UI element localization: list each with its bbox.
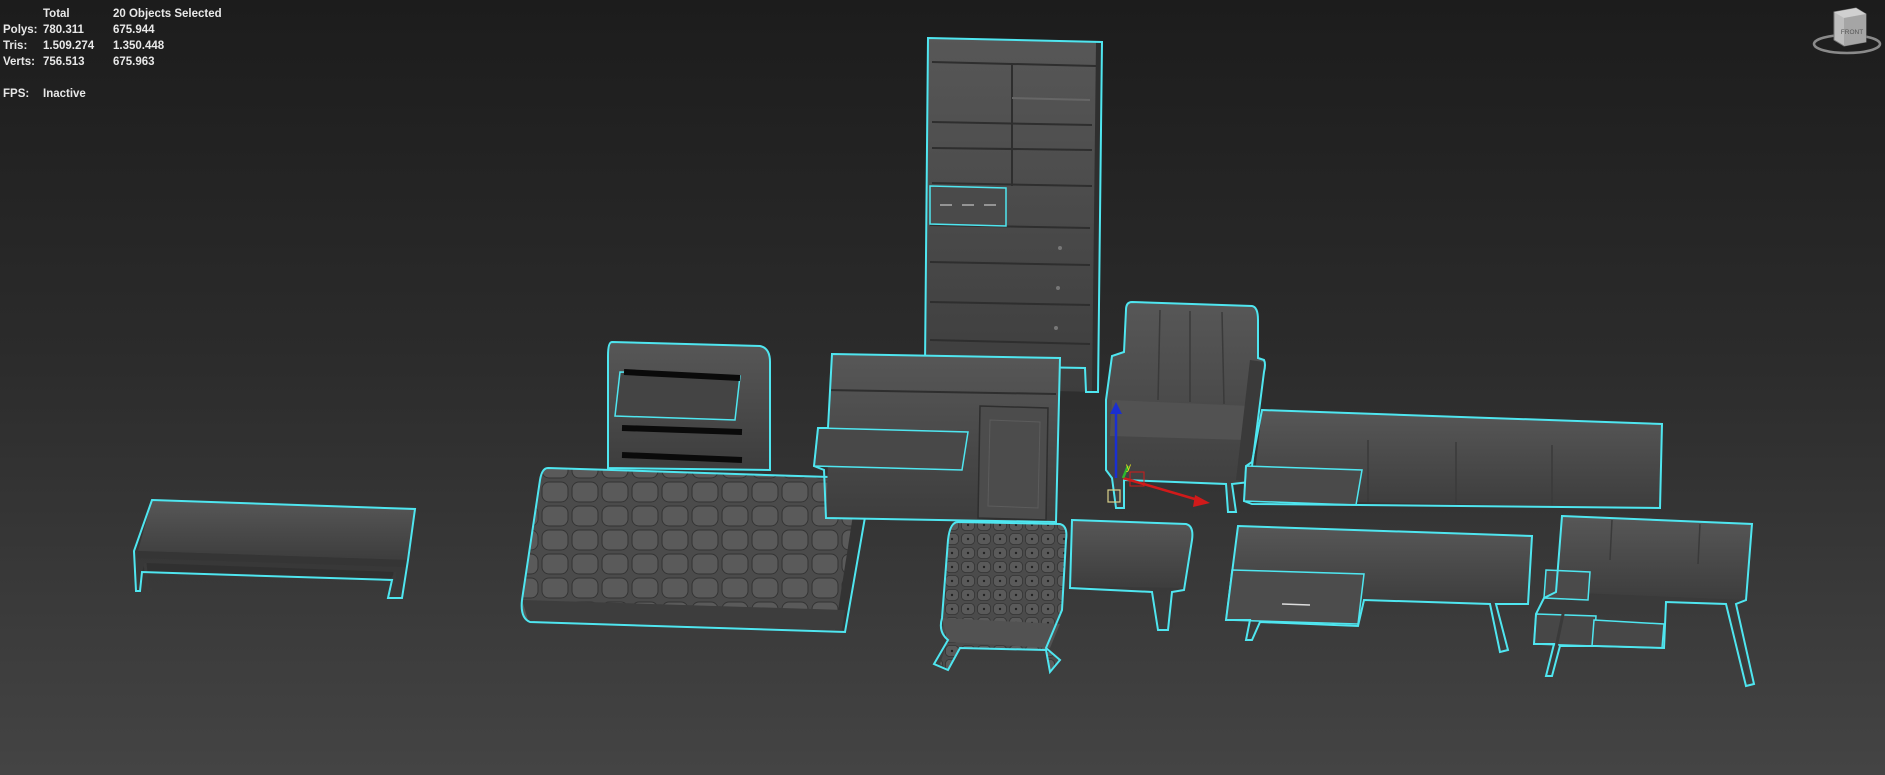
stats-selected-header: 20 Objects Selected	[113, 8, 222, 20]
stats-fps-row: FPS: Inactive	[3, 86, 253, 102]
low-cabinet-object[interactable]	[1224, 524, 1534, 654]
fps-value: Inactive	[43, 88, 86, 100]
stats-row-total: 756.513	[43, 56, 85, 68]
stats-row-selected: 675.944	[113, 24, 155, 36]
stats-row-selected: 1.350.448	[113, 40, 165, 52]
stats-total-header: Total	[43, 8, 70, 20]
stats-row-total: 780.311	[43, 24, 84, 36]
stats-polys-row: Polys: 780.311 675.944	[3, 22, 253, 38]
stats-row-label: Polys:	[3, 24, 38, 36]
stats-verts-row: Verts: 756.513 675.963	[3, 54, 253, 70]
stats-header-row: Total 20 Objects Selected	[3, 6, 253, 22]
3d-viewport[interactable]: Total 20 Objects Selected Polys: 780.311…	[0, 0, 1885, 775]
viewcube-navigator[interactable]: FRONT	[1812, 4, 1882, 58]
ottoman-object[interactable]	[1068, 518, 1194, 632]
viewport-statistics: Total 20 Objects Selected Polys: 780.311…	[3, 6, 253, 102]
stats-row-total: 1.509.274	[43, 40, 95, 52]
fps-label: FPS:	[3, 88, 30, 100]
coffee-table-object[interactable]	[132, 498, 417, 601]
stats-row-label: Verts:	[3, 56, 35, 68]
tall-bookshelf-object[interactable]	[923, 36, 1104, 393]
stats-tris-row: Tris: 1.509.274 1.350.448	[3, 38, 253, 54]
stats-row-selected: 675.963	[113, 56, 155, 68]
side-desk-object[interactable]	[1532, 514, 1756, 688]
lounge-chair-object[interactable]	[932, 520, 1068, 675]
stats-row-label: Tris:	[3, 40, 28, 52]
tv-console-object[interactable]	[1242, 408, 1664, 510]
svg-text:y: y	[1126, 462, 1131, 473]
sideboard-object[interactable]	[812, 352, 1062, 524]
scene-objects[interactable]: y	[0, 0, 1885, 775]
nightstand-object[interactable]	[607, 340, 771, 472]
sofa-object[interactable]	[520, 466, 871, 634]
viewcube-face-label: FRONT	[1841, 29, 1863, 36]
